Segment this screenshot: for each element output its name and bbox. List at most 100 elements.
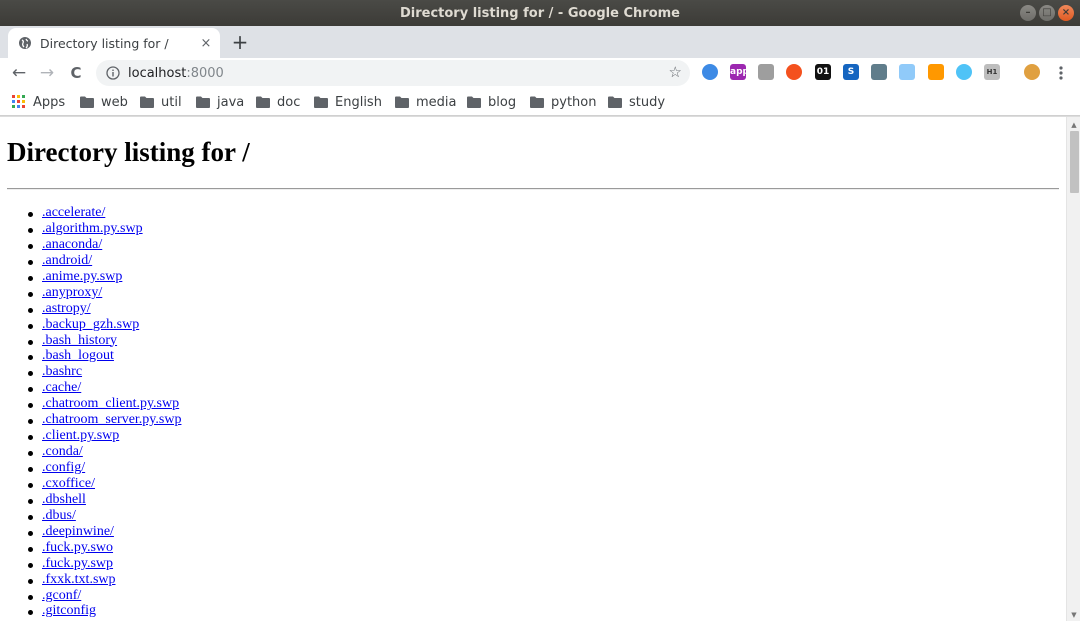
vertical-scrollbar[interactable]: ▲ ▼ xyxy=(1066,117,1080,621)
ext-h1-icon[interactable]: H1 xyxy=(984,64,1000,80)
new-tab-button[interactable]: + xyxy=(228,30,252,54)
bookmark-label: doc xyxy=(277,94,301,110)
file-link[interactable]: .astropy/ xyxy=(42,301,91,316)
file-link[interactable]: .deepinwine/ xyxy=(42,524,114,539)
bookmark-web[interactable]: web xyxy=(80,94,128,110)
bookmark-label: media xyxy=(416,94,457,110)
folder-icon xyxy=(314,96,328,108)
list-item: .deepinwine/ xyxy=(27,524,181,541)
reload-button[interactable]: C xyxy=(64,61,88,85)
ext-blue-circle-icon[interactable] xyxy=(702,64,718,80)
url-port: :8000 xyxy=(186,65,224,81)
list-item: .fuck.py.swp xyxy=(27,556,181,573)
divider xyxy=(7,188,1059,190)
window-title: Directory listing for / - Google Chrome xyxy=(399,5,680,21)
bookmark-media[interactable]: media xyxy=(395,94,457,110)
file-link[interactable]: .gconf/ xyxy=(42,588,81,603)
directory-listing: .accelerate/.algorithm.py.swp .anaconda/.… xyxy=(27,205,181,620)
folder-icon xyxy=(140,96,154,108)
file-link[interactable]: .anime.py.swp xyxy=(42,269,122,284)
folder-icon xyxy=(608,96,622,108)
file-link[interactable]: .anaconda/ xyxy=(42,237,102,252)
file-link[interactable]: .fxxk.txt.swp xyxy=(42,572,116,587)
file-link[interactable]: .chatroom_server.py.swp xyxy=(42,412,181,427)
file-link[interactable]: .chatroom_client.py.swp xyxy=(42,396,179,411)
forward-button[interactable]: → xyxy=(35,61,59,85)
tab-title: Directory listing for / xyxy=(40,35,169,51)
minimize-button[interactable]: – xyxy=(1020,5,1036,21)
bookmark-blog[interactable]: blog xyxy=(467,94,516,110)
bookmark-english[interactable]: English xyxy=(314,94,382,110)
file-link[interactable]: .conda/ xyxy=(42,444,83,459)
bookmark-python[interactable]: python xyxy=(530,94,596,110)
file-link[interactable]: .anyproxy/ xyxy=(42,285,102,300)
bookmark-label: study xyxy=(629,94,666,110)
ext-orange-circle-icon[interactable] xyxy=(786,64,802,80)
list-item: .config/ xyxy=(27,460,181,477)
file-link[interactable]: .backup_gzh.swp xyxy=(42,317,139,332)
maximize-button[interactable]: □ xyxy=(1039,5,1055,21)
bookmarks-bar: Apps web util java doc English media blog python… xyxy=(0,88,1080,116)
scroll-down-arrow[interactable]: ▼ xyxy=(1067,609,1080,621)
ext-ring-icon[interactable] xyxy=(956,64,972,80)
address-bar[interactable]: localhost:8000 ☆ xyxy=(96,60,690,86)
ext-gray-shield-icon[interactable] xyxy=(758,64,774,80)
file-link[interactable]: .cache/ xyxy=(42,380,81,395)
close-window-button[interactable]: × xyxy=(1058,5,1074,21)
bookmark-doc[interactable]: doc xyxy=(256,94,300,110)
folder-icon xyxy=(196,96,210,108)
file-link[interactable]: .bash_history xyxy=(42,333,117,348)
list-item: .gconf/ xyxy=(27,588,181,605)
file-link[interactable]: .config/ xyxy=(42,460,85,475)
list-item: .client.py.swp xyxy=(27,428,181,445)
ext-avatar-icon[interactable] xyxy=(1024,64,1040,80)
file-link[interactable]: .fuck.py.swo xyxy=(42,540,113,555)
ext-satellite-icon[interactable] xyxy=(871,64,887,80)
file-link[interactable]: .gitconfig xyxy=(42,603,96,618)
info-icon[interactable] xyxy=(106,66,120,80)
scroll-up-arrow[interactable]: ▲ xyxy=(1067,119,1080,131)
chrome-menu-icon[interactable] xyxy=(1054,63,1068,83)
list-item: .astropy/ xyxy=(27,301,181,318)
file-link[interactable]: .algorithm.py.swp xyxy=(42,221,143,236)
file-link[interactable]: .fuck.py.swp xyxy=(42,556,113,571)
bookmark-java[interactable]: java xyxy=(196,94,244,110)
bookmark-apps[interactable]: Apps xyxy=(12,94,65,110)
list-item: .dbshell xyxy=(27,492,181,509)
url-host: localhost xyxy=(128,65,187,81)
bookmark-label: python xyxy=(551,94,597,110)
page-content: Directory listing for / .accelerate/.alg… xyxy=(0,117,1066,621)
ext-purple-app-icon[interactable]: app xyxy=(730,64,749,80)
file-link[interactable]: .cxoffice/ xyxy=(42,476,95,491)
back-button[interactable]: ← xyxy=(7,61,31,85)
file-link[interactable]: .bash_logout xyxy=(42,348,114,363)
bookmark-label: Apps xyxy=(33,94,66,110)
file-link[interactable]: .client.py.swp xyxy=(42,428,119,443)
file-link[interactable]: .dbshell xyxy=(42,492,86,507)
tab-close-icon[interactable]: × xyxy=(196,36,216,51)
ext-blue-s-icon[interactable]: S xyxy=(843,64,859,80)
ext-doc-icon[interactable] xyxy=(899,64,915,80)
page-title: Directory listing for / xyxy=(7,137,250,167)
file-link[interactable]: .accelerate/ xyxy=(42,205,105,220)
list-item: .anyproxy/ xyxy=(27,285,181,302)
list-item: .chatroom_client.py.swp xyxy=(27,396,181,413)
tab-directory-listing[interactable]: Directory listing for / × xyxy=(8,28,220,58)
ext-01-icon[interactable]: 01 xyxy=(815,64,831,80)
list-item: .anime.py.swp xyxy=(27,269,181,286)
tab-strip: Directory listing for / × + xyxy=(0,26,1080,58)
bookmark-star-icon[interactable]: ☆ xyxy=(669,63,682,81)
file-link[interactable]: .bashrc xyxy=(42,364,82,379)
file-link[interactable]: .android/ xyxy=(42,253,92,268)
ext-speedometer-icon[interactable] xyxy=(928,64,944,80)
globe-icon xyxy=(19,37,31,49)
bookmark-study[interactable]: study xyxy=(608,94,665,110)
file-link[interactable]: .dbus/ xyxy=(42,508,76,523)
window-controls: – □ × xyxy=(1020,5,1074,21)
list-item: .anaconda/ xyxy=(27,237,181,254)
bookmark-label: java xyxy=(217,94,245,110)
scroll-thumb[interactable] xyxy=(1070,131,1079,193)
folder-icon xyxy=(530,96,544,108)
apps-grid-icon xyxy=(12,95,25,108)
bookmark-util[interactable]: util xyxy=(140,94,182,110)
